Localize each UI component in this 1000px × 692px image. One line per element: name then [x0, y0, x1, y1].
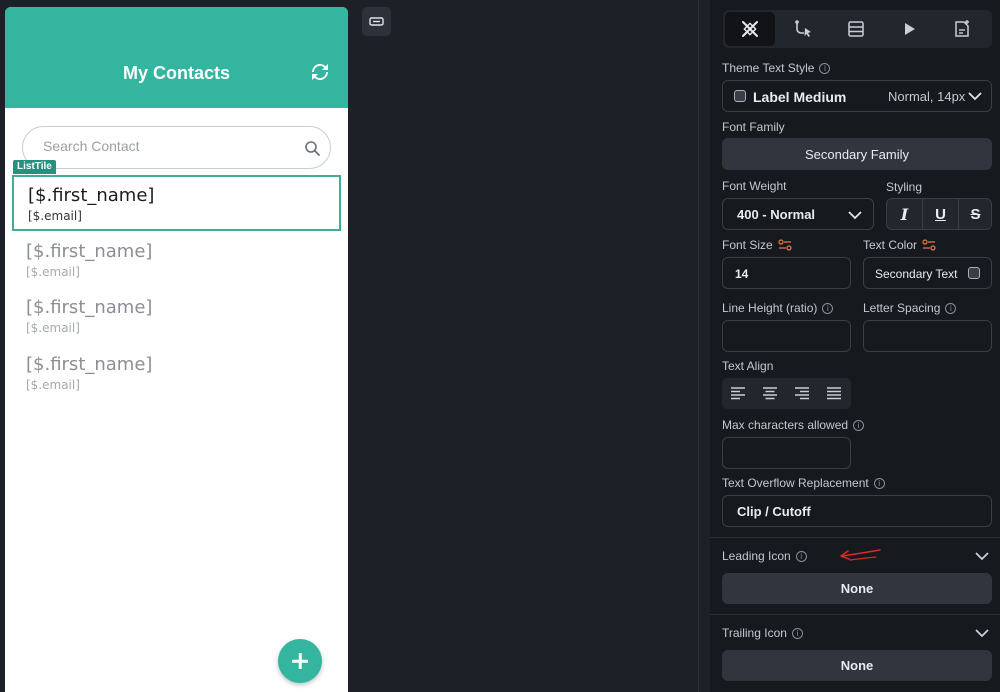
font-weight-select[interactable]: 400 - Normal: [722, 198, 874, 230]
tile-title: [$.first_name]: [28, 185, 155, 206]
styling-label: Styling: [886, 180, 923, 194]
tile-title: [$.first_name]: [26, 241, 153, 262]
tile-subtitle: [$.email]: [28, 209, 82, 223]
action-flow-icon: [795, 20, 811, 37]
font-family-label: Font Family: [722, 120, 785, 134]
text-color-label: Text Color: [863, 238, 936, 252]
red-arrow-annotation: [840, 549, 881, 561]
tab-preview[interactable]: [884, 12, 934, 46]
add-contact-button[interactable]: [278, 639, 322, 683]
chevron-down-icon[interactable]: [974, 627, 990, 639]
design-tools-icon: [742, 21, 758, 37]
align-left-icon[interactable]: [730, 386, 746, 401]
note-add-icon: [955, 20, 969, 37]
theme-text-style-select[interactable]: Label Medium Normal, 14px: [722, 80, 992, 112]
strikethrough-icon[interactable]: S: [959, 199, 992, 229]
search-box[interactable]: [22, 126, 331, 169]
list-tile[interactable]: [$.first_name] [$.email]: [12, 289, 341, 345]
letter-spacing-label: Letter Spacing i: [863, 301, 957, 315]
chevron-down-icon: [848, 211, 862, 220]
line-height-label: Line Height (ratio) i: [722, 301, 834, 315]
tile-subtitle: [$.email]: [26, 265, 80, 279]
font-weight-label: Font Weight: [722, 179, 787, 193]
info-icon[interactable]: i: [795, 550, 807, 562]
listtile-tag: ListTile: [13, 160, 56, 174]
tab-backend[interactable]: [831, 12, 881, 46]
trailing-icon-button[interactable]: None: [722, 650, 992, 681]
overflow-label: Text Overflow Replacement i: [722, 476, 885, 490]
underline-icon[interactable]: U: [923, 199, 958, 229]
styling-group: I U S: [886, 198, 992, 230]
tab-actions[interactable]: [778, 12, 828, 46]
phone-preview: My Contacts ListTile [$.first_name] [$.e…: [5, 7, 348, 692]
overflow-select[interactable]: Clip / Cutoff: [722, 495, 992, 527]
align-justify-icon[interactable]: [826, 386, 842, 401]
align-right-icon[interactable]: [794, 386, 810, 401]
variable-settings-icon[interactable]: [922, 239, 936, 251]
play-icon: [905, 23, 915, 35]
color-swatch: [968, 267, 980, 279]
line-height-input[interactable]: [722, 320, 851, 352]
info-icon[interactable]: i: [822, 302, 834, 314]
checkbox[interactable]: [734, 90, 746, 102]
tile-title: [$.first_name]: [26, 297, 153, 318]
max-chars-input[interactable]: [722, 437, 851, 469]
italic-icon[interactable]: I: [887, 199, 922, 229]
variable-settings-icon[interactable]: [778, 239, 792, 251]
tab-notes[interactable]: [937, 12, 987, 46]
text-align-group: [722, 378, 851, 409]
section-divider: [710, 537, 1000, 538]
text-color-select[interactable]: Secondary Text: [863, 257, 992, 289]
info-icon[interactable]: i: [945, 302, 957, 314]
tile-subtitle: [$.email]: [26, 321, 80, 335]
section-divider: [710, 614, 1000, 615]
font-size-label: Font Size: [722, 238, 792, 252]
keyboard-icon: [369, 17, 384, 26]
leading-icon-button[interactable]: None: [722, 573, 992, 604]
max-chars-label: Max characters allowed i: [722, 418, 865, 432]
search-input[interactable]: [43, 138, 293, 154]
tile-subtitle: [$.email]: [26, 378, 80, 392]
list-tile[interactable]: [$.first_name] [$.email]: [12, 346, 341, 402]
info-icon[interactable]: i: [853, 419, 865, 431]
canvas-toggle-button[interactable]: [362, 7, 391, 36]
list-tile[interactable]: [$.first_name] [$.email]: [12, 233, 341, 289]
panel-tabs: [723, 10, 992, 48]
refresh-icon[interactable]: [308, 60, 332, 84]
database-icon: [848, 21, 864, 37]
info-icon[interactable]: i: [791, 627, 803, 639]
page-title: My Contacts: [122, 63, 230, 83]
panel-divider: [698, 0, 699, 692]
chevron-down-icon: [968, 92, 982, 101]
trailing-icon-label: Trailing Icon i: [722, 626, 803, 640]
search-icon: [305, 141, 320, 156]
info-icon[interactable]: i: [819, 62, 831, 74]
text-align-label: Text Align: [722, 359, 774, 373]
font-family-button[interactable]: Secondary Family: [722, 138, 992, 170]
leading-icon-label: Leading Icon i: [722, 549, 807, 563]
theme-text-style-label: Theme Text Style i: [722, 61, 831, 75]
letter-spacing-input[interactable]: [863, 320, 992, 352]
app-bar: My Contacts: [5, 7, 348, 108]
list-tile[interactable]: [$.first_name] [$.email]: [12, 175, 341, 231]
properties-panel: Theme Text Style i Label Medium Normal, …: [710, 0, 1000, 692]
font-size-input[interactable]: 14: [722, 257, 851, 289]
align-center-icon[interactable]: [762, 386, 778, 401]
info-icon[interactable]: i: [873, 477, 885, 489]
tile-title: [$.first_name]: [26, 354, 153, 375]
tab-properties[interactable]: [725, 12, 775, 46]
chevron-down-icon[interactable]: [974, 550, 990, 562]
